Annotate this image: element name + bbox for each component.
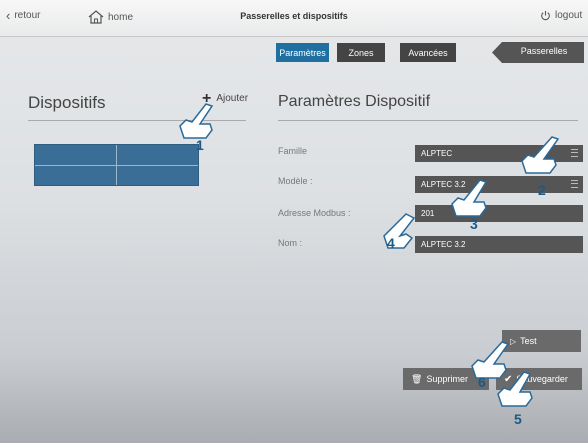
devices-heading: Dispositifs	[28, 93, 106, 112]
top-bar: ‹ retour home Passerelles et dispositifs…	[0, 0, 588, 37]
power-icon	[541, 10, 550, 21]
tab-label: Zones	[348, 47, 374, 58]
tab-avancees[interactable]: Avancées	[400, 43, 456, 62]
callout-number: 5	[514, 411, 522, 427]
delete-label: Supprimer	[426, 374, 468, 384]
logout-label: logout	[555, 10, 583, 21]
logout-button[interactable]: logout	[540, 10, 582, 21]
device-list[interactable]	[34, 144, 199, 186]
name-label: Nom :	[278, 238, 303, 248]
family-value: ALPTEC	[421, 149, 453, 158]
modbus-address-label: Adresse Modbus :	[278, 208, 351, 218]
page-title: Passerelles et dispositifs	[240, 11, 348, 21]
menu-icon	[571, 149, 578, 157]
pointer-hand-icon	[470, 340, 514, 380]
menu-icon	[571, 180, 578, 188]
callout-number: 2	[538, 182, 546, 198]
modbus-address-value: 201	[421, 209, 435, 218]
family-label: Famille	[278, 146, 308, 156]
trash-icon: 🗑	[411, 373, 423, 384]
callout-number: 4	[387, 235, 395, 251]
pointer-hand-icon	[376, 212, 420, 252]
tab-parametres[interactable]: Paramètres	[276, 43, 329, 62]
modbus-address-input[interactable]: 201	[415, 205, 583, 222]
gateways-button-label: Passerelles	[520, 46, 568, 56]
callout-number: 1	[196, 137, 204, 153]
pointer-hand-icon	[520, 135, 564, 175]
callout-number: 3	[470, 216, 478, 232]
test-label: Test	[520, 336, 537, 346]
app-window: ‹ retour home Passerelles et dispositifs…	[0, 0, 588, 443]
tab-label: Avancées	[408, 47, 448, 58]
divider	[278, 120, 578, 121]
model-label: Modèle :	[278, 176, 313, 186]
device-settings-heading: Paramètres Dispositif	[278, 93, 431, 110]
tab-label: Paramètres	[279, 47, 326, 58]
callout-number: 6	[478, 374, 486, 390]
name-value: ALPTEC 3.2	[421, 240, 466, 249]
tab-zones[interactable]: Zones	[337, 43, 385, 62]
name-input[interactable]: ALPTEC 3.2	[415, 236, 583, 253]
add-label: Ajouter	[216, 93, 249, 104]
model-select[interactable]: ALPTEC 3.2	[415, 176, 583, 193]
grid-divider	[35, 165, 198, 166]
pointer-hand-icon	[450, 178, 494, 218]
pointer-hand-icon	[176, 100, 220, 140]
